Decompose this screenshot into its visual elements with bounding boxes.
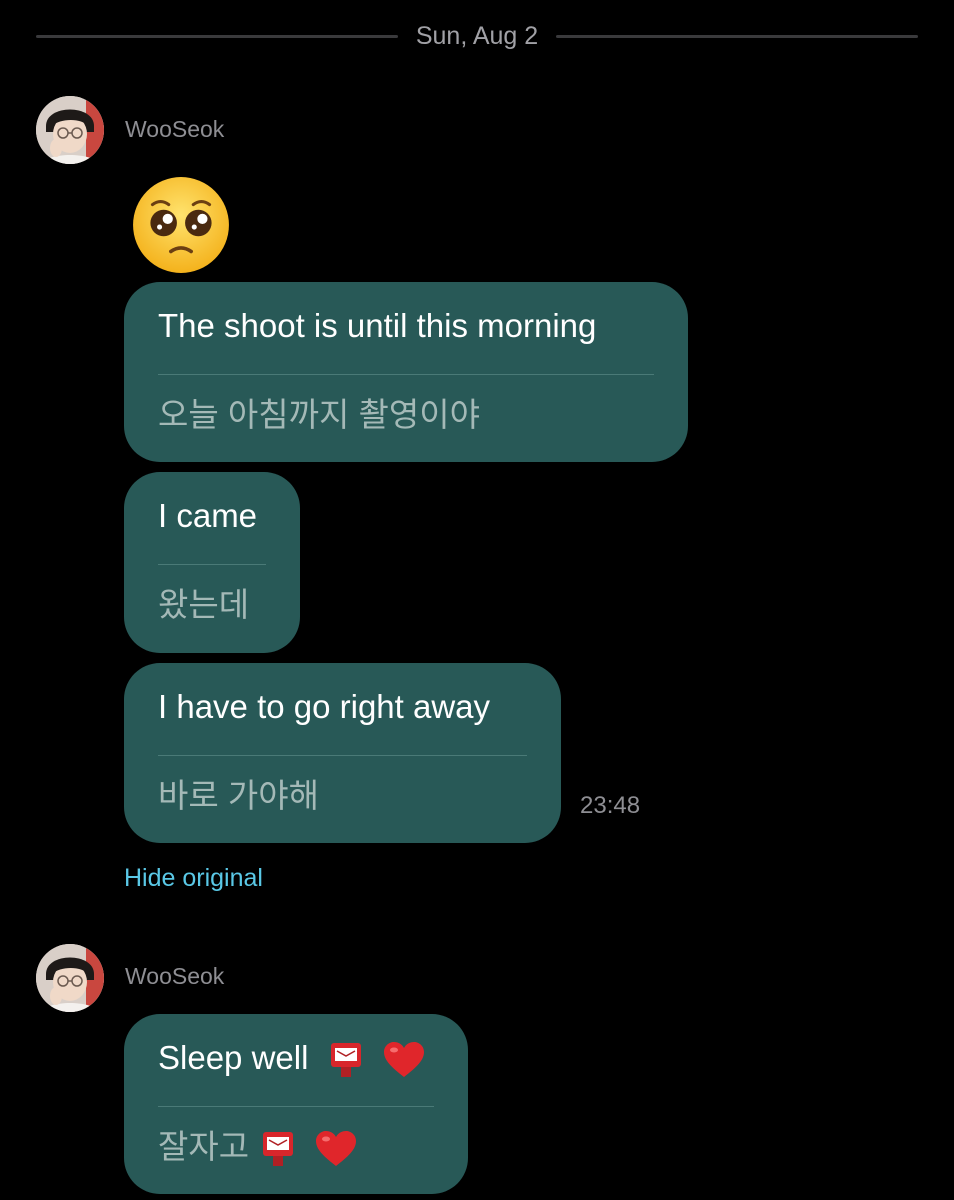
message-original-text: The shoot is until this morning (158, 307, 597, 344)
red-heart-icon (383, 1042, 424, 1078)
message-bubble[interactable]: I came 왔는데 (124, 472, 300, 653)
pleading-face-icon (133, 177, 229, 273)
avatar-image (36, 96, 104, 164)
date-divider: Sun, Aug 2 (36, 14, 919, 58)
message-bubble[interactable]: I have to go right away 바로 가야해 (124, 663, 561, 843)
sender-avatar[interactable] (36, 96, 104, 164)
message-original-text: Sleep well (158, 1039, 309, 1076)
red-heart-icon (316, 1131, 357, 1167)
postbox-icon (330, 1043, 361, 1078)
message-original-line: Sleep well (158, 1014, 434, 1106)
date-label: Sun, Aug 2 (415, 21, 539, 50)
postbox-icon (263, 1132, 294, 1167)
message-translation-text: 바로 가야해 (158, 777, 319, 814)
message-bubble[interactable]: Sleep well 잘자고 (124, 1014, 468, 1194)
message-translation-line: 잘자고 (158, 1107, 434, 1193)
message-original-text: I came (158, 497, 258, 534)
message-original-text: I have to go right away (158, 688, 491, 725)
message-timestamp: 23:48 (580, 792, 641, 819)
message-translation-text: 오늘 아침까지 촬영이야 (158, 396, 480, 433)
sender-name: WooSeok (125, 116, 225, 142)
hide-original-link[interactable]: Hide original (124, 864, 263, 893)
message-translation-text: 왔는데 (158, 586, 250, 623)
divider-line-left (36, 34, 398, 38)
sender-name: WooSeok (125, 963, 225, 989)
divider-line-right (556, 34, 919, 38)
message-bubble[interactable]: The shoot is until this morning 오늘 아침까지 … (124, 282, 688, 462)
message-translation-text: 잘자고 (158, 1128, 250, 1165)
sender-avatar[interactable] (36, 944, 104, 1012)
avatar-image (36, 944, 104, 1012)
